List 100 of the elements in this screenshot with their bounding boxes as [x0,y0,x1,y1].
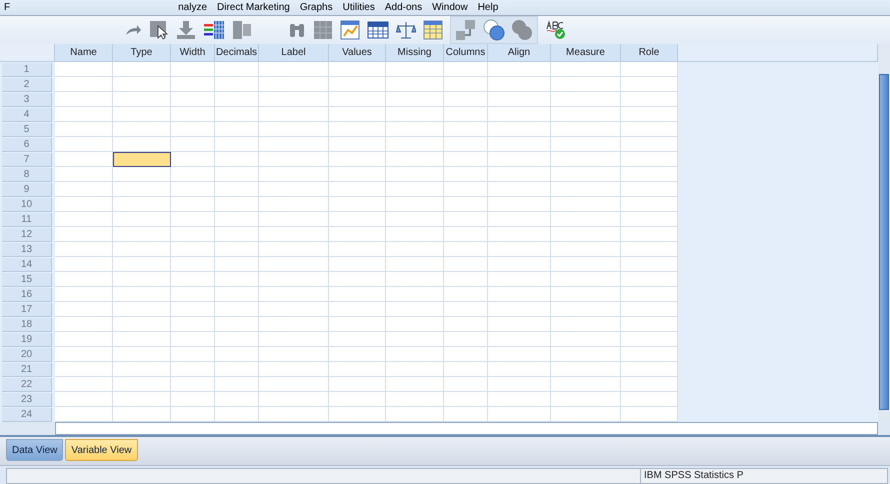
table-cell[interactable] [386,182,444,198]
scale-icon[interactable] [396,20,416,40]
table-cell[interactable] [55,347,113,362]
table-cell[interactable] [55,362,113,378]
table-cell[interactable] [329,167,386,182]
table-cell[interactable] [386,407,444,422]
table-cell[interactable] [215,122,259,138]
table-cell[interactable] [386,212,444,228]
table-cell[interactable] [329,152,386,168]
table-cell[interactable] [621,212,678,228]
table-cell[interactable] [444,92,488,108]
table-cell[interactable] [259,377,329,392]
chart-icon[interactable] [340,20,360,40]
table-cell[interactable] [329,317,386,332]
table-cell[interactable] [551,122,621,138]
table-cell[interactable] [113,227,171,242]
table-cell[interactable] [171,362,215,378]
row-number[interactable]: 23 [2,393,52,408]
table-cell[interactable] [329,92,386,108]
table-cell[interactable] [488,377,551,392]
table-cell[interactable] [113,377,171,392]
table-cell[interactable] [215,197,259,212]
table-cell[interactable] [55,332,113,348]
table-cell[interactable] [444,212,488,228]
row-number[interactable]: 1 [2,63,52,78]
table-cell[interactable] [329,272,386,288]
table-cell[interactable] [329,257,386,272]
table-cell[interactable] [215,212,259,228]
table-cell[interactable] [488,137,551,152]
table-cell[interactable] [551,302,621,318]
table-cell[interactable] [621,197,678,212]
table-cell[interactable] [621,107,678,122]
row-number[interactable]: 3 [2,93,52,108]
table-cell[interactable] [488,92,551,108]
table-cell[interactable] [171,152,215,168]
table-cell[interactable] [55,182,113,198]
table-cell[interactable] [55,107,113,122]
table-cell[interactable] [329,347,386,362]
table-cell[interactable] [259,152,329,168]
table-cell[interactable] [259,182,329,198]
table-cell[interactable] [621,347,678,362]
table-cell[interactable] [259,137,329,152]
table-cell[interactable] [551,257,621,272]
table-cell[interactable] [329,107,386,122]
menu-item[interactable]: F [4,2,10,14]
table-cell[interactable] [55,77,113,92]
table-cell[interactable] [113,182,171,198]
row-number[interactable]: 9 [2,183,52,198]
table-cell[interactable] [259,62,329,78]
table-cell[interactable] [551,332,621,348]
table-cell[interactable] [113,242,171,258]
column-header[interactable]: Align [488,44,551,62]
row-number[interactable]: 8 [2,168,52,182]
row-number[interactable]: 15 [2,273,52,288]
table-cell[interactable] [621,362,678,378]
table-cell[interactable] [259,302,329,318]
table-cell[interactable] [386,197,444,212]
table-cell[interactable] [444,182,488,198]
table-cell[interactable] [621,122,678,138]
table-cell[interactable] [551,287,621,302]
header-corner[interactable] [0,44,55,62]
table-cell[interactable] [551,407,621,422]
table-cell[interactable] [329,407,386,422]
table-cell[interactable] [621,137,678,152]
table-cell[interactable] [488,272,551,288]
column-header[interactable]: Measure [551,44,621,62]
table-cell[interactable] [386,257,444,272]
table-cell[interactable] [444,137,488,152]
table-cell[interactable] [329,332,386,348]
table-cell[interactable] [444,122,488,138]
table-cell[interactable] [215,152,259,168]
table-cell[interactable] [551,197,621,212]
table-cell[interactable] [171,122,215,138]
table-cell[interactable] [444,167,488,182]
table-cell[interactable] [55,317,113,332]
table-cell[interactable] [386,362,444,378]
table-cell[interactable] [386,62,444,78]
table-cell[interactable] [329,302,386,318]
table-cell[interactable] [113,332,171,348]
table-cell[interactable] [621,302,678,318]
row-number[interactable]: 4 [2,108,52,122]
table-cell[interactable] [171,62,215,78]
table-cell[interactable] [488,212,551,228]
table-cell[interactable] [171,242,215,258]
row-number[interactable]: 19 [2,333,52,348]
menu-item[interactable]: Utilities [342,2,375,14]
table-cell[interactable] [215,377,259,392]
table-cell[interactable] [259,272,329,288]
column-header[interactable]: Values [329,44,386,62]
overlapping-circles-icon[interactable] [483,19,505,42]
circles-icon[interactable] [511,19,533,42]
row-number[interactable]: 5 [2,123,52,138]
table-cell[interactable] [259,167,329,182]
table-cell[interactable] [215,392,259,408]
table-cell[interactable] [386,272,444,288]
table-cell[interactable] [621,392,678,408]
table-cell[interactable] [113,347,171,362]
table-cell[interactable] [215,167,259,182]
table-cell[interactable] [113,317,171,332]
column-header[interactable]: Type [113,44,171,62]
